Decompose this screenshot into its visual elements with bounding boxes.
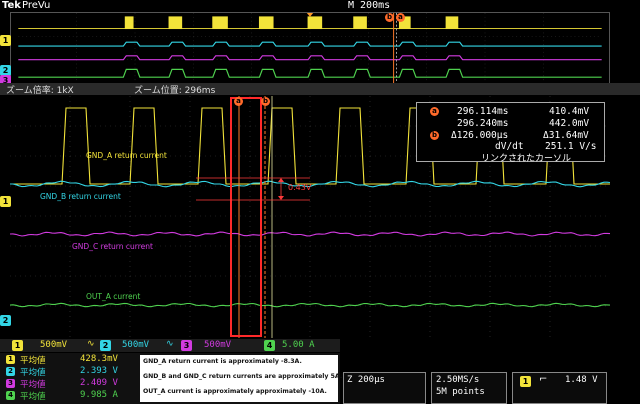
ch4-button[interactable]: 4 bbox=[264, 340, 275, 351]
zoom-position-label: ズーム位置: 296ms bbox=[134, 86, 216, 96]
ch1-button[interactable]: 1 bbox=[12, 340, 23, 351]
acquisition-mode: PreVu bbox=[22, 0, 51, 11]
ch2-level-marker[interactable]: 2 bbox=[0, 315, 11, 326]
channel-settings-bar: 1 500mV ∿ 2 500mV ∿ 3 500mV 4 5.00 A bbox=[0, 339, 340, 352]
cursor-a-value: 410.4mV bbox=[549, 106, 590, 117]
delta-value: Δ31.64mV bbox=[543, 130, 589, 141]
meas-2-value: 2.393 V bbox=[80, 366, 118, 376]
cursor-a-time: 296.114ms bbox=[457, 106, 509, 117]
cursor-a-badge[interactable]: a bbox=[234, 97, 243, 106]
overview-cursor-b-badge[interactable]: b bbox=[385, 13, 394, 22]
meas-2-label: 平均値 bbox=[20, 368, 46, 378]
trigger-slope-icon: ⌐ bbox=[539, 374, 548, 385]
record-length: 5M points bbox=[436, 387, 485, 397]
trigger-channel: 1 bbox=[520, 376, 531, 387]
readout-b-badge: b bbox=[430, 131, 439, 140]
overview-burst bbox=[307, 16, 323, 30]
meas-2-channel: 2 bbox=[6, 367, 15, 376]
overview-trace-ch2 bbox=[18, 41, 602, 47]
cursor-readout-panel: a 296.114ms 410.4mV 296.240ms 442.0mV b … bbox=[416, 102, 605, 164]
trigger-position-marker bbox=[306, 13, 314, 17]
overview-burst bbox=[353, 16, 367, 30]
acquisition-box[interactable]: 2.50MS/s 5M points bbox=[431, 372, 507, 404]
gnd-b-label: GND_B return current bbox=[40, 192, 121, 201]
ch2-scale[interactable]: 500mV bbox=[122, 340, 149, 350]
ch3-button[interactable]: 3 bbox=[181, 340, 192, 351]
meas-1-value: 428.3mV bbox=[80, 354, 118, 364]
cursor-b-value: 442.0mV bbox=[549, 118, 590, 129]
cursor-b-badge[interactable]: b bbox=[261, 97, 270, 106]
zoom-factor-label: ズーム倍率: 1kX bbox=[6, 86, 74, 96]
main-timebase: M 200ms bbox=[348, 0, 391, 11]
annotation-note: GND_A return current is approximately -8… bbox=[140, 355, 342, 402]
overview-burst bbox=[212, 16, 228, 30]
trigger-level: 1.48 V bbox=[565, 375, 598, 385]
ch1-level-marker[interactable]: 1 bbox=[0, 196, 11, 207]
ch2-button[interactable]: 2 bbox=[100, 340, 111, 351]
trigger-box[interactable]: 1 ⌐ 1.48 V bbox=[512, 372, 607, 404]
overview-burst bbox=[124, 16, 134, 30]
brand-logo: Tek bbox=[2, 0, 21, 11]
overview-trace-ch1 bbox=[18, 16, 602, 30]
readout-a-badge: a bbox=[430, 107, 439, 116]
linked-cursor-label: リンクされたカーソル bbox=[481, 154, 572, 164]
meas-1-channel: 1 bbox=[6, 355, 15, 364]
meas-3-value: 2.409 V bbox=[80, 378, 118, 388]
overview-burst bbox=[258, 16, 274, 30]
meas-4-value: 9.985 A bbox=[80, 390, 118, 400]
note-line-3: OUT_A current is approximately approxima… bbox=[143, 388, 327, 395]
delta-time: Δ126.000μs bbox=[451, 130, 509, 141]
ch4-scale[interactable]: 5.00 A bbox=[282, 340, 315, 350]
ch1-scale[interactable]: 500mV bbox=[40, 340, 67, 350]
overview-burst bbox=[445, 16, 459, 30]
gnd-a-label: GND_A return current bbox=[86, 151, 167, 160]
zoom-timebase: Z 200μs bbox=[347, 375, 385, 385]
cursor-b-time: 296.240ms bbox=[457, 118, 509, 129]
highlight-box bbox=[230, 97, 262, 337]
overview-ch1-marker[interactable]: 1 bbox=[0, 35, 11, 46]
meas-4-channel: 4 bbox=[6, 391, 15, 400]
overview-trace-ch3 bbox=[18, 55, 602, 61]
overview-waveform-panel[interactable] bbox=[10, 12, 610, 84]
trace-gnd-c bbox=[10, 231, 610, 237]
zoom-timebase-box[interactable]: Z 200μs bbox=[343, 372, 426, 404]
ch2-bandwidth-icon: ∿ bbox=[166, 339, 174, 349]
meas-3-label: 平均値 bbox=[20, 380, 46, 390]
meas-1-label: 平均値 bbox=[20, 356, 46, 366]
note-line-1: GND_A return current is approximately -8… bbox=[143, 358, 302, 365]
gnd-c-label: GND_C return current bbox=[72, 242, 153, 251]
ch3-scale[interactable]: 500mV bbox=[204, 340, 231, 350]
meas-3-channel: 3 bbox=[6, 379, 15, 388]
ch1-bandwidth-icon: ∿ bbox=[87, 339, 95, 349]
sample-rate: 2.50MS/s bbox=[436, 375, 480, 385]
note-line-2: GND_B and GND_C return currents are appr… bbox=[143, 373, 343, 380]
delta-voltage-label: 0.43V bbox=[288, 183, 312, 192]
overview-cursor-a-badge[interactable]: a bbox=[396, 13, 405, 22]
zoom-info-strip: ズーム倍率: 1kX ズーム位置: 296ms bbox=[0, 83, 640, 96]
overview-burst bbox=[168, 16, 183, 30]
out-a-label: OUT_A current bbox=[86, 292, 141, 301]
meas-4-label: 平均値 bbox=[20, 392, 46, 402]
